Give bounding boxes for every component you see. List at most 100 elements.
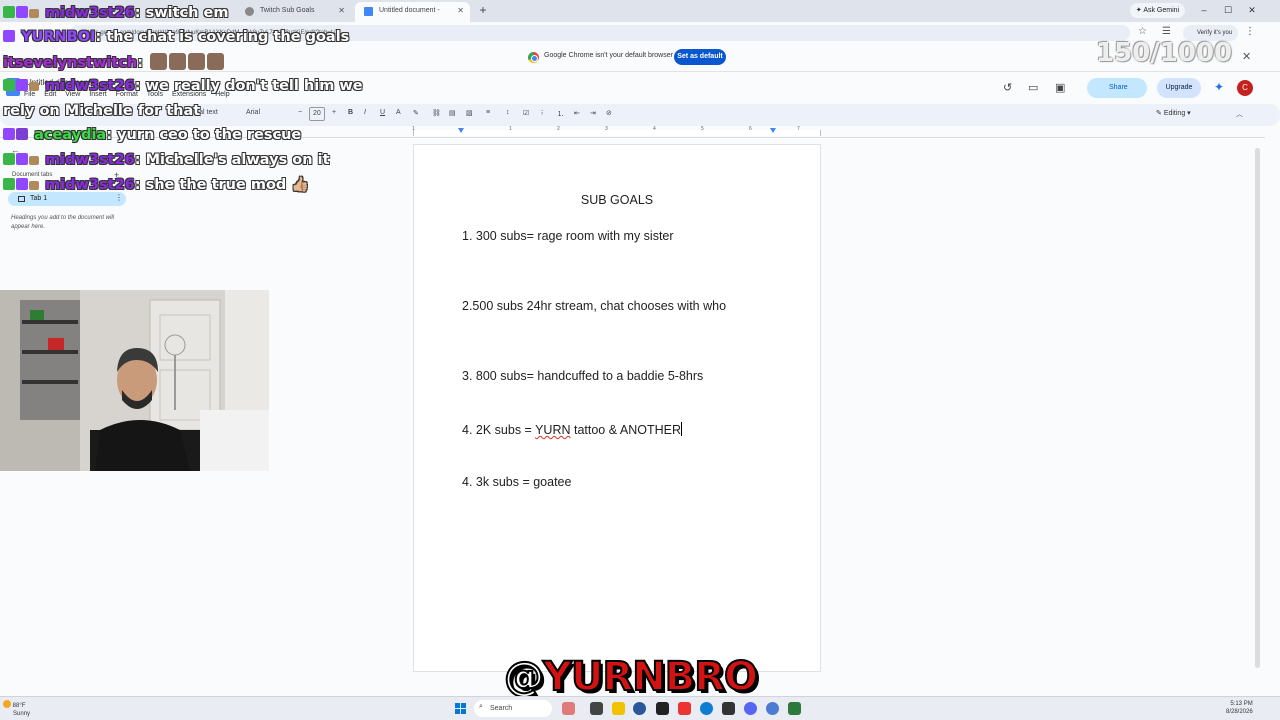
verified-badge-icon (3, 79, 15, 91)
obs-icon[interactable] (656, 702, 669, 715)
scrollbar-thumb[interactable] (1255, 148, 1260, 668)
browser-tab-3[interactable]: Untitled document - Google Do ✕ (355, 2, 470, 32)
chevron-up-icon[interactable]: ︿ (1236, 109, 1243, 119)
system-clock[interactable]: 5:13 PM 8/28/2026 (1226, 700, 1253, 716)
line-spacing-icon[interactable]: ↕ (506, 109, 510, 116)
chrome-icon[interactable] (633, 702, 646, 715)
window-close-button[interactable]: ✕ (1244, 3, 1260, 17)
browser-menu-icon[interactable]: ⋮ (1245, 26, 1255, 37)
tab-search-icon[interactable]: ☰ (1162, 26, 1171, 37)
sidebar-item-tab-1[interactable]: Tab 1 (8, 192, 126, 206)
italic-icon[interactable]: I (364, 109, 366, 116)
bulleted-list-icon[interactable]: ⁝ (541, 109, 543, 117)
app-icon[interactable] (678, 702, 691, 715)
new-tab-button[interactable]: + (475, 2, 491, 18)
ask-gemini-label: Ask Gemini (1143, 7, 1180, 14)
document-page[interactable]: SUB GOALS 1. 300 subs= rage room with my… (413, 144, 821, 672)
weather-widget[interactable]: 88°F Sunny (3, 700, 30, 718)
emote-icon (207, 53, 225, 70)
chat-username: itsevelynstwitch (3, 55, 138, 71)
link-icon[interactable]: ⛓ (432, 109, 441, 117)
subscriber-star-icon (16, 6, 28, 18)
tab-label: Twitch Sub Goals (260, 7, 315, 14)
set-default-label: Set as default (677, 53, 723, 60)
scrollbar[interactable] (1253, 138, 1263, 690)
bookmark-star-icon[interactable]: ☆ (1138, 26, 1147, 37)
capcut-icon[interactable] (722, 702, 735, 715)
checklist-icon[interactable]: ☑ (523, 109, 529, 117)
font-select[interactable]: Arial (246, 109, 260, 116)
align-icon[interactable]: ≡ (486, 109, 490, 116)
task-view-icon[interactable] (590, 702, 603, 715)
more-options-icon[interactable]: ⋮ (115, 193, 123, 202)
upgrade-button[interactable]: Upgrade (1157, 78, 1201, 98)
set-default-button[interactable]: Set as default (674, 49, 726, 65)
tab-favicon (245, 7, 254, 16)
chat-message: aceaydia: yurn ceo to the rescue (3, 127, 301, 143)
minimize-button[interactable]: – (1196, 3, 1212, 17)
share-label: Share (1109, 84, 1128, 91)
verify-label: Verify it's you (1197, 30, 1233, 36)
maximize-button[interactable]: ☐ (1220, 3, 1236, 17)
close-icon[interactable]: ✕ (338, 2, 345, 20)
image-icon[interactable]: ▨ (466, 109, 473, 117)
windows-start-icon[interactable] (455, 703, 466, 714)
verified-badge-icon (3, 178, 15, 190)
ruler-number: 1 (509, 126, 512, 132)
increase-font-icon[interactable]: + (332, 109, 336, 116)
comment-icon[interactable]: ▤ (449, 109, 456, 117)
infobar-message: Google Chrome isn't your default browser (544, 52, 673, 59)
prime-badge-icon (16, 128, 28, 140)
clear-formatting-icon[interactable]: ⊘ (606, 109, 612, 117)
avatar[interactable]: C (1237, 80, 1253, 96)
gift-icon (29, 156, 39, 165)
subscriber-star-icon (16, 178, 28, 190)
indent-marker[interactable] (458, 128, 464, 133)
editing-mode-select[interactable]: ✎ Editing ▾ (1156, 109, 1191, 117)
chat-text: : she the true mod 👍🏼 (134, 177, 310, 193)
app-icon-2[interactable] (766, 702, 779, 715)
discord-icon[interactable] (744, 702, 757, 715)
ruler-number: 5 (701, 126, 704, 132)
decrease-indent-icon[interactable]: ⇤ (574, 109, 580, 117)
underline-icon[interactable]: U (380, 109, 385, 116)
font-size-input[interactable]: 20 (309, 107, 325, 121)
increase-indent-icon[interactable]: ⇥ (590, 109, 596, 117)
highlight-icon[interactable]: ✎ (413, 109, 419, 117)
chat-username: midw3st26 (45, 177, 135, 193)
taskbar-search[interactable]: Search (474, 700, 552, 717)
text-color-icon[interactable]: A (396, 109, 401, 116)
gemini-icon[interactable]: ✦ (1214, 80, 1224, 94)
sub-goal-counter: 150/1000 (1096, 38, 1233, 68)
file-explorer-icon[interactable] (612, 702, 625, 715)
chrome-logo-icon (528, 52, 539, 63)
handle-at-symbol: @ (503, 653, 545, 701)
gift-icon (29, 9, 39, 18)
browser-tab-2[interactable]: Twitch Sub Goals ✕ (236, 2, 351, 22)
meet-icon[interactable]: ▣ (1055, 81, 1065, 94)
ruler-scale[interactable]: 1 1 2 3 4 5 6 7 (412, 126, 821, 136)
numbered-list-icon[interactable]: ⒈ (557, 109, 564, 119)
widget-icon[interactable] (562, 702, 575, 715)
spellcheck-word[interactable]: YURN (535, 423, 570, 437)
comments-icon[interactable]: ▭ (1028, 81, 1038, 94)
ask-gemini-button[interactable]: ✦ Ask Gemini (1130, 3, 1185, 18)
edge-icon[interactable] (700, 702, 713, 715)
close-icon[interactable]: ✕ (1242, 50, 1251, 63)
right-margin-marker[interactable] (770, 128, 776, 133)
chat-username: midw3st26 (45, 152, 135, 168)
chat-text: : switch em (134, 5, 229, 21)
ruler-number: 4 (653, 126, 656, 132)
share-button[interactable]: Share (1087, 78, 1147, 98)
bold-icon[interactable]: B (348, 109, 353, 116)
search-icon: ⌕ (479, 703, 483, 710)
decrease-font-icon[interactable]: − (298, 109, 302, 116)
chat-message: midw3st26: she the true mod 👍🏼 (3, 176, 309, 193)
history-icon[interactable]: ↺ (1003, 81, 1012, 94)
ruler-number: 3 (605, 126, 608, 132)
webcam-image (0, 290, 269, 471)
notes-icon[interactable] (788, 702, 801, 715)
chat-username: midw3st26 (45, 5, 135, 21)
chat-username: YURNBOI (21, 29, 96, 45)
close-icon[interactable]: ✕ (457, 2, 464, 20)
